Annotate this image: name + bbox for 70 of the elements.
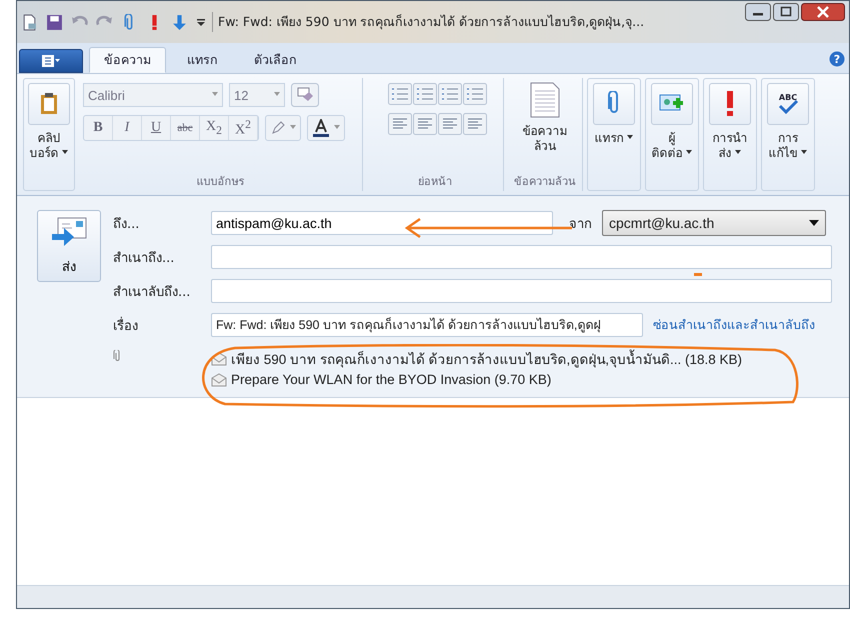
down-arrow-icon[interactable]: [171, 14, 188, 30]
paste-button[interactable]: [28, 83, 70, 125]
font-color-icon: [312, 119, 330, 137]
envelope-icon: [211, 372, 227, 386]
bcc-label[interactable]: สำเนาลับถึง...: [113, 280, 211, 302]
group-label: แบบอักษร: [196, 174, 246, 190]
ribbon-button-label[interactable]: แทรก: [594, 131, 634, 146]
paperclip-icon: [113, 350, 121, 362]
format-button[interactable]: I: [113, 116, 142, 140]
font-name-field[interactable]: Calibri: [83, 83, 223, 107]
send-button[interactable]: ส่ง: [37, 210, 101, 282]
list-icon[interactable]: [388, 83, 412, 105]
priority-button[interactable]: [709, 83, 751, 125]
save-icon[interactable]: [46, 14, 63, 30]
list-icon[interactable]: [438, 83, 462, 105]
clipboard-icon: [38, 92, 60, 116]
ribbon-tab[interactable]: ข้อความ: [89, 47, 166, 73]
format-button[interactable]: abc: [171, 116, 200, 140]
cc-field[interactable]: [211, 245, 832, 269]
document-icon[interactable]: [21, 14, 38, 30]
minimize-button[interactable]: [745, 3, 771, 21]
window-title: Fw: Fwd: เพียง 590 บาท รถคุณก็เงางามได้ ด้วยการล้างแบบไฮบริด,ดูดฝุ่น,จุ...: [212, 12, 739, 32]
dropdown-arrow-icon: [809, 220, 819, 226]
attachment-item[interactable]: Prepare Your WLAN for the BYOD Invasion (9.70 KB): [211, 372, 742, 387]
from-label: จาก: [569, 216, 592, 234]
ribbon-tab[interactable]: ตัวเลือก: [239, 47, 312, 73]
spelling-button[interactable]: ABC: [767, 83, 809, 125]
group-label: ย่อหน้า: [417, 174, 453, 190]
ribbon-tab[interactable]: แทรก: [172, 47, 233, 73]
ribbon-button-label[interactable]: ผู้ ติดต่อ: [652, 131, 692, 161]
menu-icon: [42, 55, 60, 67]
from-dropdown[interactable]: cpcmrt@ku.ac.th: [602, 210, 826, 236]
document-icon[interactable]: [530, 82, 560, 118]
format-button[interactable]: X$^{2}$: [229, 116, 258, 140]
align-icon[interactable]: [438, 113, 462, 135]
bcc-field[interactable]: [211, 279, 832, 303]
paperclip-button[interactable]: [593, 83, 635, 125]
format-button[interactable]: B: [84, 116, 113, 140]
file-menu-button[interactable]: [19, 49, 83, 73]
dropdown-icon[interactable]: [196, 17, 206, 27]
format-button[interactable]: X$_{2}$: [200, 116, 229, 140]
clipboard-label[interactable]: คลิป บอร์ด: [30, 131, 68, 161]
clear-format-icon[interactable]: [291, 83, 319, 107]
plain-text-button[interactable]: ข้อความ ล้วน: [522, 124, 568, 154]
cc-label[interactable]: สำเนาถึง...: [113, 246, 211, 268]
align-icon[interactable]: [388, 113, 412, 135]
help-icon[interactable]: ?: [829, 51, 845, 67]
subject-field[interactable]: Fw: Fwd: เพียง 590 บาท รถคุณก็เงางามได้ ด้วยการล้างแบบไฮบริด,ดูดฝุ: [211, 313, 643, 337]
to-field[interactable]: antispam@ku.ac.th: [211, 211, 553, 235]
subject-label: เรื่อง: [113, 316, 139, 336]
list-icon[interactable]: [463, 83, 487, 105]
hide-cc-link[interactable]: ซ่อนสำเนาถึงและสำเนาลับถึง: [653, 315, 815, 335]
highlight-button[interactable]: [265, 115, 301, 141]
annotation-mark: [694, 273, 702, 276]
group-label: ข้อความล้วน: [513, 174, 577, 190]
ribbon-button-label[interactable]: การนำ ส่ง: [712, 131, 748, 161]
attachment-item[interactable]: เพียง 590 บาท รถคุณก็เงางามได้ ด้วยการล้างแบบไฮบริด,ดูดฝุ่น,จุบน้ำมันดิ... (18.8 KB): [211, 348, 742, 370]
ribbon-button-label[interactable]: การ แก้ไข: [768, 131, 808, 161]
pencil-icon: [270, 120, 286, 136]
list-icon[interactable]: [413, 83, 437, 105]
to-label[interactable]: ถึง...: [113, 212, 211, 234]
font-size-field[interactable]: 12: [229, 83, 285, 107]
align-icon[interactable]: [463, 113, 487, 135]
font-color-button[interactable]: [307, 115, 345, 141]
close-button[interactable]: [801, 3, 845, 21]
align-icon[interactable]: [413, 113, 437, 135]
contact-button[interactable]: [651, 83, 693, 125]
exclamation-icon: [725, 91, 735, 117]
format-button[interactable]: U: [142, 116, 171, 140]
maximize-button[interactable]: [773, 3, 799, 21]
